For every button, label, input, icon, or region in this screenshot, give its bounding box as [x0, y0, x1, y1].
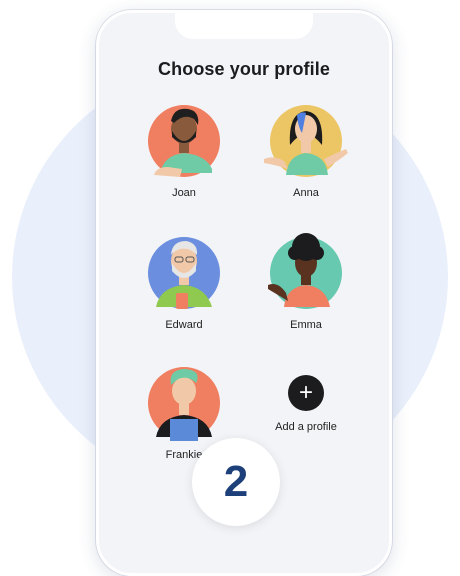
emma-avatar	[268, 233, 342, 309]
profile-joan[interactable]: Joan	[129, 103, 239, 199]
profile-edward[interactable]: Edward	[129, 235, 239, 331]
frankie-avatar	[148, 367, 220, 441]
step-number: 2	[223, 457, 249, 506]
profile-name: Joan	[172, 187, 196, 199]
profile-name: Anna	[293, 187, 319, 199]
profile-emma[interactable]: Emma	[251, 233, 361, 331]
plus-icon: +	[288, 375, 324, 411]
profile-anna[interactable]: Anna	[251, 103, 361, 199]
page-title: Choose your profile	[158, 59, 330, 79]
profile-name: Emma	[290, 319, 322, 331]
joan-avatar	[148, 105, 220, 177]
phone-notch	[175, 13, 313, 39]
anna-avatar	[264, 105, 348, 177]
add-profile-label: Add a profile	[275, 421, 337, 433]
step-number-badge: 2	[192, 438, 280, 526]
profile-name: Edward	[165, 319, 203, 331]
add-profile-button[interactable]: + Add a profile	[251, 375, 361, 433]
edward-avatar	[148, 237, 220, 309]
